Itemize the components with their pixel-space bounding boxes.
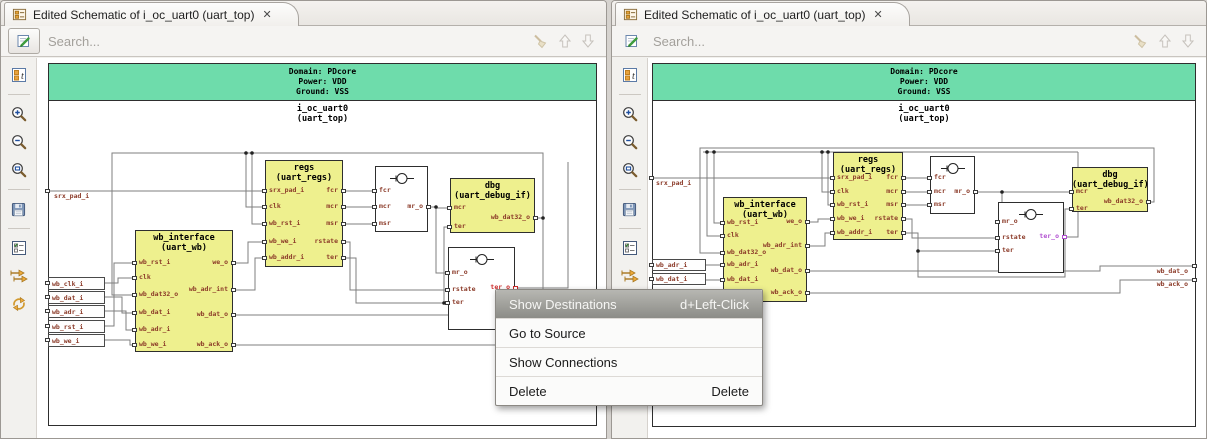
tab-bar-left: Edited Schematic of i_oc_uart0 (uart_top… (1, 1, 606, 26)
search-bar-left (1, 26, 606, 57)
menu-item-delete[interactable]: Delete Delete (496, 376, 762, 405)
search-input[interactable] (651, 33, 1126, 50)
menu-item-shortcut: Delete (711, 384, 749, 399)
tab-title: Edited Schematic of i_oc_uart0 (uart_top… (644, 8, 865, 22)
save-icon[interactable] (6, 196, 32, 222)
toolbar-separator (619, 189, 641, 190)
tab-bar-right: Edited Schematic of i_oc_uart0 (uart_top… (612, 1, 1206, 26)
zoom-in-icon[interactable] (6, 101, 32, 127)
tab-close-icon[interactable]: ✕ (873, 8, 882, 21)
menu-item-go-to-source[interactable]: Go to Source (496, 318, 762, 347)
toolbar-separator (619, 94, 641, 95)
search-options-button[interactable] (619, 29, 645, 53)
schematic-toolbar-left (1, 58, 37, 438)
menu-item-label: Show Connections (509, 355, 617, 370)
context-menu: Show Destinations d+Left-Click Go to Sourc… (495, 289, 763, 406)
tab-title: Edited Schematic of i_oc_uart0 (uart_top… (33, 8, 254, 22)
search-options-button[interactable] (8, 28, 40, 54)
toolbar-separator (8, 228, 30, 229)
find-next-icon[interactable] (1182, 34, 1194, 48)
find-previous-icon[interactable] (1159, 34, 1171, 48)
menu-item-show-connections[interactable]: Show Connections (496, 347, 762, 376)
toolbar-separator (8, 189, 30, 190)
clear-broom-icon[interactable] (532, 33, 548, 49)
schematic-tab-icon (623, 7, 638, 22)
search-edit-icon (16, 33, 32, 49)
preferences-icon[interactable] (617, 235, 643, 261)
clear-broom-icon[interactable] (1132, 33, 1148, 49)
schematic-tab-icon (12, 7, 27, 22)
tab-schematic-left[interactable]: Edited Schematic of i_oc_uart0 (uart_top… (4, 2, 299, 26)
menu-item-label: Delete (509, 384, 547, 399)
menu-item-label: Show Destinations (509, 297, 617, 312)
preferences-icon[interactable] (6, 235, 32, 261)
schematic-options-icon[interactable] (6, 62, 32, 88)
search-input[interactable] (46, 33, 526, 50)
regenerate-icon[interactable] (6, 291, 32, 317)
search-edit-icon (624, 33, 640, 49)
zoom-fit-icon[interactable] (6, 157, 32, 183)
menu-item-show-destinations[interactable]: Show Destinations d+Left-Click (496, 290, 762, 318)
tab-close-icon[interactable]: ✕ (262, 8, 271, 21)
schematic-options-icon[interactable] (617, 62, 643, 88)
search-bar-right (612, 26, 1206, 57)
zoom-out-icon[interactable] (6, 129, 32, 155)
tab-schematic-right[interactable]: Edited Schematic of i_oc_uart0 (uart_top… (615, 2, 910, 26)
zoom-in-icon[interactable] (617, 101, 643, 127)
zoom-fit-icon[interactable] (617, 157, 643, 183)
find-next-icon[interactable] (582, 34, 594, 48)
toolbar-separator (8, 94, 30, 95)
toolbar-separator (619, 228, 641, 229)
follow-connection-icon[interactable] (6, 263, 32, 289)
menu-item-shortcut: d+Left-Click (680, 297, 749, 312)
save-icon[interactable] (617, 196, 643, 222)
menu-item-label: Go to Source (509, 326, 586, 341)
application-window: Edited Schematic of i_oc_uart0 (uart_top… (0, 0, 1207, 439)
find-previous-icon[interactable] (559, 34, 571, 48)
zoom-out-icon[interactable] (617, 129, 643, 155)
follow-connection-icon[interactable] (617, 263, 643, 289)
